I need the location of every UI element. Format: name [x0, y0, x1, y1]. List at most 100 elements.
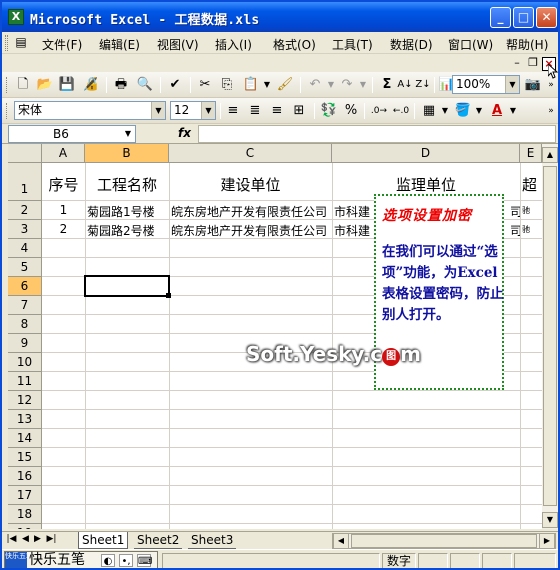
excel-icon[interactable]: X [8, 9, 24, 25]
scroll-thumb[interactable] [543, 166, 557, 506]
paste-dropdown-icon[interactable]: ▼ [258, 76, 276, 94]
cell-d1[interactable]: 监理单位 [332, 174, 520, 195]
row-header[interactable]: 8 [8, 315, 42, 334]
save-icon[interactable]: 💾 [58, 76, 76, 94]
scroll-left-icon[interactable]: ◀ [333, 533, 349, 549]
row-header[interactable]: 4 [8, 239, 42, 258]
row-header[interactable]: 9 [8, 334, 42, 353]
row-header[interactable]: 14 [8, 429, 42, 448]
tab-sheet1[interactable]: Sheet1 [78, 532, 129, 549]
menu-data[interactable]: 数据(D) [390, 36, 433, 53]
fill-dropdown-icon[interactable]: ▼ [470, 102, 488, 120]
prev-sheet-icon[interactable]: ◀ [20, 534, 31, 544]
menu-view[interactable]: 视图(V) [157, 36, 199, 53]
close-button[interactable]: ✕ [536, 7, 557, 28]
cell-c1[interactable]: 建设单位 [169, 174, 332, 195]
row-header[interactable]: 16 [8, 467, 42, 486]
new-icon[interactable]: 🗋 [14, 76, 32, 94]
sort-descending-icon[interactable]: Z↓ [414, 76, 432, 94]
moon-icon[interactable]: ◐ [101, 554, 115, 567]
maximize-button[interactable]: □ [513, 7, 534, 28]
row-header[interactable]: 3 [8, 220, 42, 239]
doc-restore-icon[interactable]: ❐ [526, 57, 540, 71]
fill-handle[interactable] [166, 293, 171, 298]
cell-e1[interactable]: 超 [522, 174, 542, 195]
tab-sheet2[interactable]: Sheet2 [134, 532, 183, 549]
redo-dropdown-icon[interactable]: ▼ [354, 76, 372, 94]
menu-format[interactable]: 格式(O) [273, 36, 316, 53]
scroll-up-icon[interactable]: ▲ [542, 147, 558, 163]
menu-tools[interactable]: 工具(T) [332, 36, 373, 53]
row-header[interactable]: 2 [8, 201, 42, 220]
row-header[interactable]: 5 [8, 258, 42, 277]
vertical-scrollbar[interactable]: ▲ ▼ [542, 144, 558, 529]
toolbar-grip[interactable] [6, 103, 9, 119]
cell-c2[interactable]: 皖东房地产开发有限责任公司 [171, 203, 332, 220]
punctuation-icon[interactable]: •, [119, 554, 133, 567]
chevron-down-icon[interactable]: ▼ [151, 102, 165, 119]
increase-decimal-icon[interactable]: .0→ [370, 102, 388, 120]
last-sheet-icon[interactable]: ▶| [46, 534, 57, 544]
cell-b2[interactable]: 菊园路1号楼 [87, 203, 169, 220]
doc-icon[interactable]: ▤ [12, 33, 30, 51]
toolbar-options-icon[interactable]: » [542, 102, 558, 120]
borders-dropdown-icon[interactable]: ▼ [436, 102, 454, 120]
scroll-down-icon[interactable]: ▼ [542, 512, 558, 528]
chevron-down-icon[interactable]: ▼ [121, 126, 135, 142]
first-sheet-icon[interactable]: |◀ [6, 534, 17, 544]
align-left-icon[interactable]: ≡ [224, 102, 242, 120]
doc-minimize-icon[interactable]: – [510, 57, 524, 71]
decrease-decimal-icon[interactable]: ←.0 [392, 102, 410, 120]
cell-a1[interactable]: 序号 [42, 174, 85, 195]
column-header-e[interactable]: E [520, 144, 542, 163]
select-all-corner[interactable] [8, 144, 42, 163]
row-header[interactable]: 7 [8, 296, 42, 315]
font-color-dropdown-icon[interactable]: ▼ [504, 102, 522, 120]
column-header-c[interactable]: C [169, 144, 332, 163]
autosum-icon[interactable]: Σ [378, 76, 396, 94]
spelling-icon[interactable]: ✔ [166, 76, 184, 94]
copy-icon[interactable]: ⎘ [218, 76, 236, 94]
h-scroll-thumb[interactable] [351, 534, 537, 548]
minimize-button[interactable]: _ [490, 7, 511, 28]
merge-center-icon[interactable]: ⊞ [290, 102, 308, 120]
print-icon[interactable]: 🖶 [112, 76, 130, 94]
keyboard-icon[interactable]: ⌨ [137, 554, 152, 567]
chevron-down-icon[interactable]: ▼ [505, 76, 519, 93]
cell-e3[interactable]: 驰 [522, 224, 542, 235]
row-header[interactable]: 11 [8, 372, 42, 391]
cell-c3[interactable]: 皖东房地产开发有限责任公司 [171, 222, 332, 239]
cell-b3[interactable]: 菊园路2号楼 [87, 222, 169, 239]
format-painter-icon[interactable]: 🖌 [276, 76, 294, 94]
zoom-select[interactable]: 100% ▼ [452, 75, 520, 94]
horizontal-scrollbar[interactable]: ◀ ▶ [332, 533, 556, 549]
menu-file[interactable]: 文件(F) [42, 36, 82, 53]
row-header[interactable]: 17 [8, 486, 42, 505]
menu-window[interactable]: 窗口(W) [448, 36, 493, 53]
sort-ascending-icon[interactable]: A↓ [396, 76, 414, 94]
align-right-icon[interactable]: ≡ [268, 102, 286, 120]
menu-grip[interactable] [5, 35, 8, 51]
row-header[interactable]: 18 [8, 505, 42, 524]
active-cell-b6[interactable] [84, 275, 170, 297]
tab-sheet3[interactable]: Sheet3 [188, 532, 237, 549]
font-size-select[interactable]: 12 ▼ [170, 101, 216, 120]
menu-edit[interactable]: 编辑(E) [99, 36, 140, 53]
cell-a2[interactable]: 1 [42, 203, 85, 217]
column-header-b[interactable]: B [85, 144, 169, 163]
row-header[interactable]: 19 [8, 524, 42, 529]
cell-a3[interactable]: 2 [42, 222, 85, 236]
row-header[interactable]: 10 [8, 353, 42, 372]
formula-input[interactable] [198, 125, 556, 143]
camera-icon[interactable]: 📷 [524, 76, 542, 94]
next-sheet-icon[interactable]: ▶ [32, 534, 43, 544]
row-header[interactable]: 15 [8, 448, 42, 467]
percent-icon[interactable]: % [342, 102, 360, 120]
open-icon[interactable]: 📂 [36, 76, 54, 94]
fx-icon[interactable]: fx [178, 126, 191, 140]
toolbar-grip[interactable] [6, 77, 9, 93]
row-header[interactable]: 12 [8, 391, 42, 410]
row-header[interactable]: 1 [8, 163, 42, 201]
ime-toolbar[interactable]: 快乐五笔 快乐五笔 ◐ •, ⌨ [4, 551, 158, 568]
permission-icon[interactable]: 🔏 [82, 76, 100, 94]
